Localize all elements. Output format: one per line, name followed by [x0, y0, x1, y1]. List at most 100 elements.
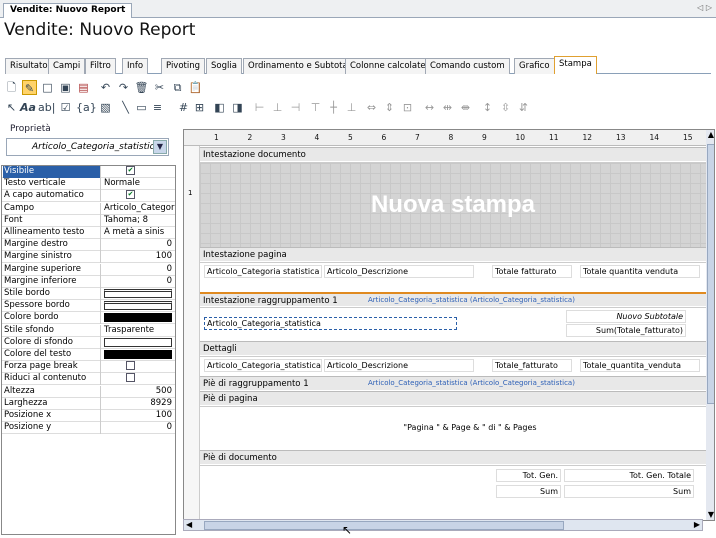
detail-cell[interactable]: Articolo_Descrizione — [324, 359, 474, 372]
property-value[interactable]: 0 — [103, 264, 175, 276]
tab-info[interactable]: Info — [122, 58, 149, 74]
detail-cell[interactable]: Totale_quantita_venduta — [580, 359, 700, 372]
grand-total-sum[interactable]: Sum — [496, 485, 561, 498]
tab-campi[interactable]: Campi — [48, 58, 86, 74]
property-row[interactable]: Posizione x 100 — [2, 410, 175, 422]
section-group-footer[interactable]: Piè di raggruppamento 1 Articolo_Categor… — [200, 376, 706, 390]
space-v-icon[interactable]: ↕ — [480, 100, 495, 115]
property-row[interactable]: Stile sfondo Trasparente — [2, 324, 175, 337]
report-title-label[interactable]: Nuova stampa — [200, 191, 706, 219]
property-row[interactable]: Colore di sfondo — [2, 336, 175, 349]
cut-icon[interactable]: ✂ — [152, 80, 167, 95]
section-doc-header[interactable]: Intestazione documento — [200, 147, 706, 161]
paste-icon[interactable]: 📋 — [188, 80, 203, 95]
property-row[interactable]: Larghezza 8929 — [2, 397, 175, 410]
space-v-inc-icon[interactable]: ⇳ — [498, 100, 513, 115]
save-icon[interactable]: ▣ — [58, 80, 73, 95]
detail-cell[interactable]: Articolo_Categoria_statistica — [204, 359, 322, 372]
redo-icon[interactable]: ↷ — [116, 80, 131, 95]
property-value[interactable] — [103, 300, 175, 312]
property-row[interactable]: Allineamento testo A metà a sinis — [2, 227, 175, 239]
header-cell[interactable]: Totale quantita venduta — [580, 265, 700, 278]
align-left-icon[interactable]: ⊢ — [252, 100, 267, 115]
open-icon[interactable]: ▤ — [76, 80, 91, 95]
bring-front-icon[interactable]: ◧ — [212, 100, 227, 115]
property-row[interactable]: Visibile ✔ — [2, 166, 175, 178]
property-checkbox[interactable]: ✔ — [126, 190, 135, 200]
delete-icon[interactable]: 🗑 — [134, 80, 149, 95]
property-row[interactable]: Testo verticale Normale — [2, 178, 175, 191]
details-band[interactable]: Articolo_Categoria_statistica Articolo_D… — [200, 356, 706, 376]
preview-icon[interactable]: 🗋 — [4, 80, 19, 95]
page-header-band[interactable]: Articolo_Categoria statistica Articolo_D… — [200, 262, 706, 288]
tab-scroll-arrows[interactable]: ◁ ▷ — [697, 3, 712, 12]
vertical-scrollbar[interactable]: ▲ ▼ — [706, 130, 714, 520]
grand-total-label[interactable]: Tot. Gen. Totale — [564, 469, 694, 482]
object-selector[interactable]: Articolo_Categoria_statistica ▼ — [6, 138, 169, 156]
section-details[interactable]: Dettagli — [200, 341, 706, 355]
space-h-inc-icon[interactable]: ⇹ — [440, 100, 455, 115]
section-page-footer[interactable]: Piè di pagina — [200, 391, 706, 405]
tab-stampa[interactable]: Stampa — [554, 56, 597, 74]
section-group-header[interactable]: Intestazione raggruppamento 1 Articolo_C… — [200, 292, 706, 306]
property-checkbox[interactable] — [126, 373, 135, 383]
scroll-right-icon[interactable]: ▶ — [694, 520, 700, 529]
tab-comando-custom[interactable]: Comando custom — [425, 58, 510, 74]
align-top-icon[interactable]: ⊤ — [308, 100, 323, 115]
subtotal-label[interactable]: Nuovo Subtotale — [566, 310, 686, 323]
field-tool-icon[interactable]: {a} — [76, 100, 97, 115]
rect-tool-icon[interactable]: ▭ — [134, 100, 149, 115]
detail-cell[interactable]: Totale_fatturato — [492, 359, 572, 372]
space-h-icon[interactable]: ↔ — [422, 100, 437, 115]
property-row[interactable]: Spessore bordo — [2, 300, 175, 313]
report-designer[interactable]: 1 2 3 4 5 6 7 8 9 10 11 12 13 14 15 1 Intestazione doc… — [183, 129, 715, 521]
property-row[interactable]: Campo Articolo_Categori — [2, 202, 175, 215]
align-middle-icon[interactable]: ┼ — [326, 100, 341, 115]
header-cell[interactable]: Articolo_Categoria statistica — [204, 265, 322, 278]
tab-colonne-calcolate[interactable]: Colonne calcolate — [345, 58, 431, 74]
property-checkbox[interactable]: ✔ — [126, 166, 135, 175]
new-icon[interactable]: □ — [40, 80, 55, 95]
space-v-dec-icon[interactable]: ⇵ — [516, 100, 531, 115]
align-right-icon[interactable]: ⊣ — [288, 100, 303, 115]
property-value[interactable]: Tahoma; 8 — [103, 215, 175, 227]
property-value[interactable] — [103, 373, 175, 385]
property-row[interactable]: Colore bordo — [2, 312, 175, 325]
tab-grafico[interactable]: Grafico — [514, 58, 555, 74]
undo-icon[interactable]: ↶ — [98, 80, 113, 95]
property-row[interactable]: Margine superiore 0 — [2, 263, 175, 276]
tab-ordinamento[interactable]: Ordinamento e Subtotali — [243, 58, 358, 74]
property-value[interactable]: 0 — [103, 422, 175, 434]
property-row[interactable]: Font Tahoma; 8 — [2, 214, 175, 227]
property-row[interactable]: A capo automatico ✔ — [2, 190, 175, 203]
property-row[interactable]: Colore del testo — [2, 349, 175, 361]
scroll-left-icon[interactable]: ◀ — [186, 520, 192, 529]
property-value[interactable]: 0 — [103, 239, 175, 251]
image-tool-icon[interactable]: ▧ — [98, 100, 113, 115]
property-value[interactable]: Trasparente — [103, 325, 175, 337]
group-field-cell[interactable]: Articolo_Categoria_statistica — [204, 317, 457, 330]
horizontal-scrollbar[interactable]: ◀ ▶ — [183, 519, 703, 531]
grid-icon[interactable]: # — [176, 100, 191, 115]
tab-risultato[interactable]: Risultato — [5, 58, 53, 74]
property-value[interactable]: ✔ — [103, 166, 175, 178]
subtotal-expression[interactable]: Sum(Totale_fatturato) — [566, 324, 686, 337]
space-h-dec-icon[interactable]: ⇼ — [458, 100, 473, 115]
property-value[interactable]: 100 — [103, 410, 175, 422]
header-cell[interactable]: Articolo_Descrizione — [324, 265, 474, 278]
scroll-down-icon[interactable]: ▼ — [706, 510, 714, 520]
property-row[interactable]: Margine inferiore 0 — [2, 275, 175, 288]
property-row[interactable]: Riduci al contenuto — [2, 373, 175, 386]
property-value[interactable] — [103, 361, 175, 373]
property-checkbox[interactable] — [126, 361, 135, 371]
property-value[interactable]: A metà a sinis — [103, 227, 175, 239]
header-cell[interactable]: Totale fatturato — [492, 265, 572, 278]
property-row[interactable]: Forza page break — [2, 361, 175, 374]
align-bottom-icon[interactable]: ⊥ — [344, 100, 359, 115]
section-tool-icon[interactable]: ≡ — [150, 100, 165, 115]
page-footer-band[interactable]: "Pagina " & Page & " di " & Pages — [200, 406, 706, 450]
property-value[interactable]: Articolo_Categori — [103, 203, 175, 215]
tab-soglia[interactable]: Soglia — [206, 58, 242, 74]
document-tab[interactable]: Vendite: Nuovo Report — [3, 3, 133, 18]
same-width-icon[interactable]: ⇔ — [364, 100, 379, 115]
